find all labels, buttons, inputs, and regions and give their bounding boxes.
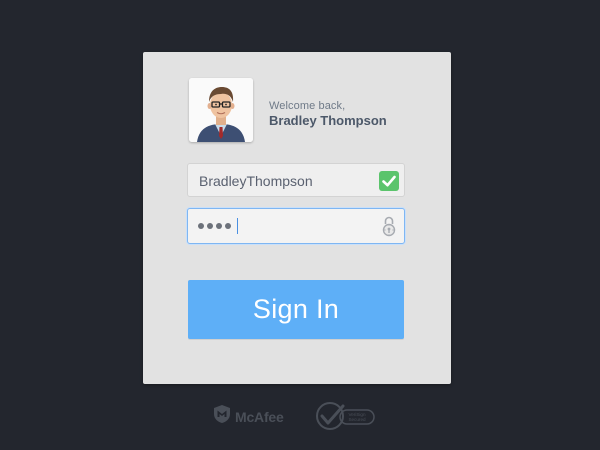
username-value: BradleyThompson xyxy=(199,173,313,189)
welcome-text: Welcome back, xyxy=(269,100,346,112)
verisign-check-icon: VeriSign Secured xyxy=(316,402,375,430)
username-field[interactable]: BradleyThompson xyxy=(187,163,405,197)
mcafee-badge: McAfee xyxy=(213,404,284,429)
checkmark-icon xyxy=(379,171,399,191)
verisign-badge: VeriSign Secured xyxy=(314,400,376,437)
sign-in-button[interactable]: Sign In xyxy=(188,280,404,339)
lock-icon xyxy=(382,215,396,242)
mcafee-shield-icon xyxy=(213,404,231,429)
user-display-name: Bradley Thompson xyxy=(269,113,387,128)
page: Welcome back, Bradley Thompson BradleyTh… xyxy=(0,0,600,450)
password-dot xyxy=(198,223,204,229)
user-avatar xyxy=(189,78,253,142)
text-caret xyxy=(237,218,238,234)
password-dot xyxy=(207,223,213,229)
svg-text:Secured: Secured xyxy=(348,417,366,422)
password-field[interactable] xyxy=(187,208,405,244)
security-badges: McAfee VeriSign Secured xyxy=(213,400,383,432)
avatar-portrait-icon xyxy=(189,78,253,142)
password-dot xyxy=(216,223,222,229)
login-card: Welcome back, Bradley Thompson BradleyTh… xyxy=(143,52,451,384)
password-mask xyxy=(198,218,238,234)
mcafee-label: McAfee xyxy=(235,408,284,425)
password-dot xyxy=(225,223,231,229)
